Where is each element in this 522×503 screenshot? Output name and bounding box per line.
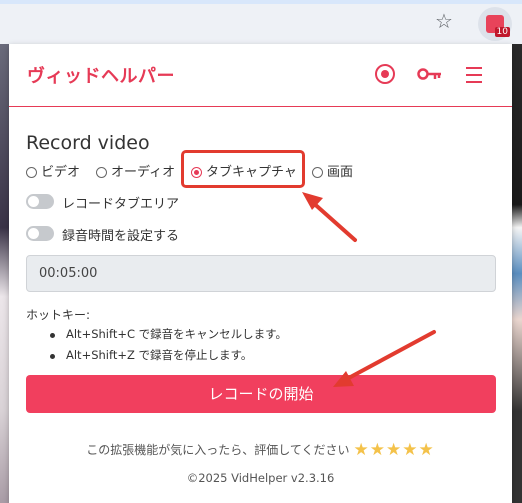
extension-icon: 10 <box>486 15 510 37</box>
list-item: Alt+Shift+Z で録音を停止します。 <box>48 345 287 366</box>
footer-version: ©2025 VidHelper v2.3.16 <box>186 471 335 485</box>
record-icon[interactable] <box>375 64 395 84</box>
rating-stars-icon[interactable]: ★★★★★ <box>354 440 435 460</box>
start-recording-button[interactable]: レコードの開始 <box>26 375 496 413</box>
rating-text: この拡張機能が気に入ったら、評価してください <box>86 443 350 457</box>
extension-button[interactable]: 10 <box>478 7 512 41</box>
address-bar-edge <box>0 0 522 4</box>
hotkey-title: ホットキー: <box>26 308 91 322</box>
toggle-label: レコードタブエリア <box>62 197 180 212</box>
browser-toolbar: ☆ 10 <box>0 0 522 44</box>
key-icon[interactable] <box>417 66 443 82</box>
radio-circle[interactable] <box>26 167 37 178</box>
popup-header: ヴィッドヘルパー <box>9 44 512 106</box>
annotation-highlight-box <box>181 150 305 188</box>
toggle-switch[interactable] <box>26 194 54 209</box>
toggle-switch[interactable] <box>26 226 54 241</box>
rating-row: この拡張機能が気に入ったら、評価してください ★★★★★ <box>9 439 512 461</box>
background-page-right <box>512 44 522 503</box>
list-item: Alt+Shift+C で録音をキャンセルします。 <box>48 324 287 345</box>
section-title: Record video <box>26 132 150 154</box>
radio-label: 画面 <box>327 165 354 180</box>
radio-circle[interactable] <box>96 167 107 178</box>
extension-popup: ヴィッドヘルパー Record video ビデオ オーディオ タブキャプチャ <box>9 44 512 503</box>
header-divider <box>9 106 512 107</box>
hotkey-list: Alt+Shift+C で録音をキャンセルします。 Alt+Shift+Z で録… <box>48 324 287 366</box>
duration-input[interactable]: 00:05:00 <box>26 255 496 292</box>
radio-circle[interactable] <box>312 167 323 178</box>
radio-label: オーディオ <box>111 165 176 180</box>
toggle-label: 録音時間を設定する <box>62 229 180 244</box>
app-title: ヴィッドヘルパー <box>27 66 175 87</box>
menu-icon[interactable] <box>466 67 482 88</box>
radio-label: ビデオ <box>41 165 81 180</box>
extension-badge: 10 <box>494 27 510 37</box>
bookmark-star-icon[interactable]: ☆ <box>435 11 453 31</box>
background-page-left <box>0 44 9 503</box>
